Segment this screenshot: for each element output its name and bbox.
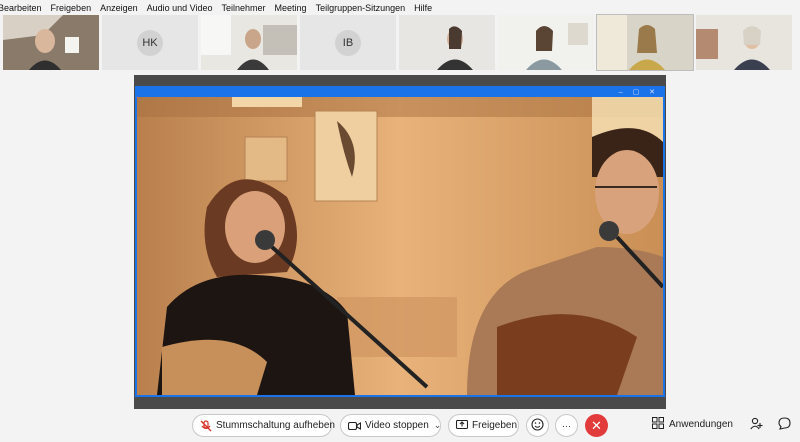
participant-video-frame bbox=[597, 15, 693, 70]
video-stop-button[interactable]: Video stoppen ⌄ bbox=[340, 414, 441, 437]
camera-icon bbox=[348, 419, 361, 433]
share-screen-icon bbox=[456, 419, 468, 433]
shared-video-window[interactable]: – ▢ ✕ bbox=[135, 86, 665, 397]
unmute-label: Stummschaltung aufheben bbox=[216, 420, 335, 431]
share-label: Freigeben bbox=[472, 420, 518, 431]
emoji-icon bbox=[531, 417, 544, 434]
participants-button[interactable] bbox=[748, 417, 764, 435]
avatar: IB bbox=[335, 29, 361, 56]
mic-muted-icon bbox=[200, 419, 212, 433]
menu-item-audio-video[interactable]: Audio und Video bbox=[147, 3, 213, 13]
participant-video-frame bbox=[3, 15, 99, 70]
participants-icon bbox=[749, 417, 763, 435]
menu-item-bearbeiten[interactable]: Bearbeiten bbox=[0, 3, 42, 13]
stage-top-bar bbox=[134, 75, 666, 86]
participant-video-1[interactable] bbox=[3, 15, 99, 70]
more-options-button[interactable]: ··· bbox=[555, 414, 578, 437]
end-call-icon: ✕ bbox=[591, 417, 602, 433]
menu-item-teilgruppen[interactable]: Teilgruppen-Sitzungen bbox=[316, 3, 406, 13]
participant-video-3[interactable] bbox=[201, 15, 297, 70]
participant-video-5[interactable] bbox=[399, 15, 495, 70]
participant-video-8[interactable] bbox=[696, 15, 792, 70]
menu-bar: Bearbeiten Freigeben Anzeigen Audio und … bbox=[0, 0, 800, 15]
menu-item-meeting[interactable]: Meeting bbox=[275, 3, 307, 13]
participant-video-frame bbox=[498, 15, 594, 70]
stage-bottom-bar bbox=[134, 397, 666, 409]
menu-item-hilfe[interactable]: Hilfe bbox=[414, 3, 432, 13]
menu-item-teilnehmer[interactable]: Teilnehmer bbox=[222, 3, 266, 13]
chat-icon bbox=[777, 417, 791, 435]
window-control-icons: – ▢ ✕ bbox=[618, 89, 659, 96]
shared-window-titlebar: – ▢ ✕ bbox=[137, 88, 663, 97]
unmute-button[interactable]: Stummschaltung aufheben ⌄ bbox=[192, 414, 348, 437]
participant-video-6[interactable] bbox=[498, 15, 594, 70]
participant-strip: HK IB bbox=[3, 14, 792, 71]
participant-avatar-tile-ib[interactable]: IB bbox=[300, 15, 396, 70]
participant-video-frame bbox=[696, 15, 792, 70]
apps-grid-icon bbox=[652, 417, 664, 432]
end-call-button[interactable]: ✕ bbox=[585, 414, 608, 437]
shared-video-frame bbox=[137, 97, 663, 395]
reactions-button[interactable] bbox=[526, 414, 549, 437]
menu-item-anzeigen[interactable]: Anzeigen bbox=[100, 3, 138, 13]
participant-video-frame bbox=[201, 15, 297, 70]
chevron-down-icon[interactable]: ⌄ bbox=[434, 420, 442, 431]
shared-content-stage: – ▢ ✕ bbox=[134, 75, 666, 409]
more-icon: ··· bbox=[562, 420, 571, 431]
video-label: Video stoppen bbox=[365, 420, 429, 431]
avatar: HK bbox=[137, 29, 163, 56]
meeting-controls-bar: Stummschaltung aufheben ⌄ Video stoppen … bbox=[0, 409, 800, 442]
share-button[interactable]: Freigeben bbox=[448, 414, 519, 437]
chat-button[interactable] bbox=[776, 417, 792, 435]
menu-item-freigeben[interactable]: Freigeben bbox=[51, 3, 92, 13]
participant-avatar-tile-hk[interactable]: HK bbox=[102, 15, 198, 70]
participant-video-7[interactable] bbox=[596, 14, 694, 71]
apps-button[interactable]: Anwendungen bbox=[652, 417, 733, 432]
apps-label: Anwendungen bbox=[669, 419, 733, 430]
participant-video-frame bbox=[399, 15, 495, 70]
